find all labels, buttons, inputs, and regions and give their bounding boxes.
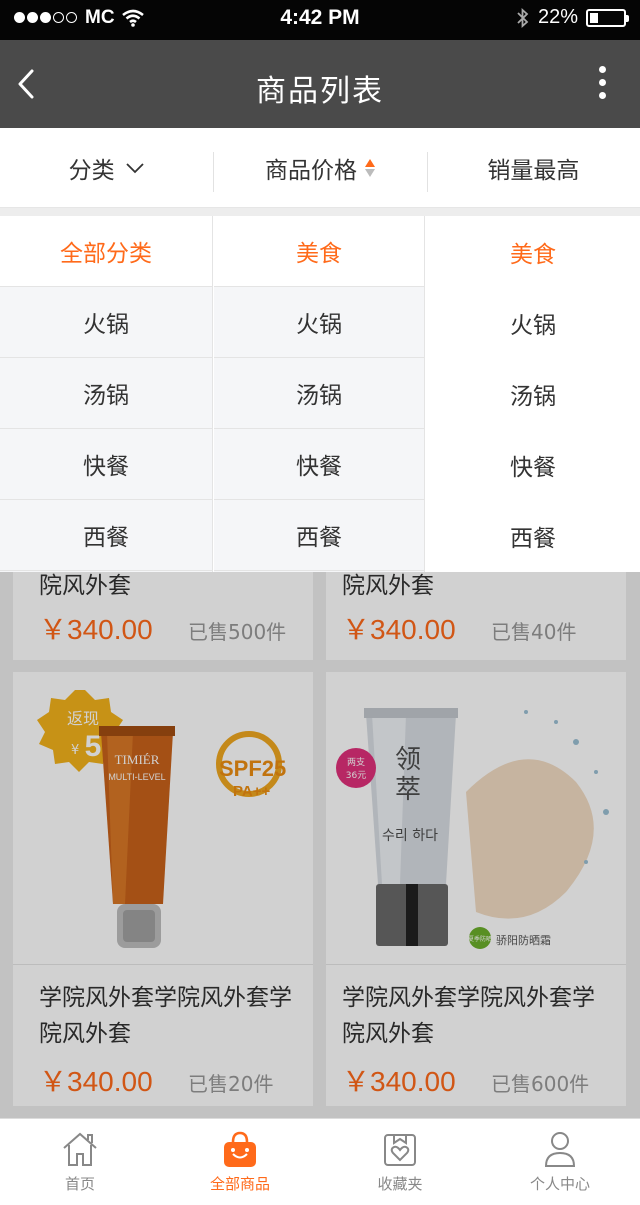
category-column-3: 美食 火锅 汤锅 快餐 西餐 xyxy=(426,216,640,572)
filter-category-label: 分类 xyxy=(68,157,115,184)
svg-text:TIMIÉR: TIMIÉR xyxy=(115,752,160,767)
battery-icon xyxy=(586,8,629,27)
category-option[interactable]: 西餐 xyxy=(426,500,640,571)
navigation-bar: 商品列表 xyxy=(0,40,640,128)
more-vertical-icon xyxy=(594,66,610,99)
tab-profile[interactable]: 个人中心 xyxy=(480,1119,640,1205)
svg-text:骄阳防晒霜: 骄阳防晒霜 xyxy=(496,933,551,947)
category-option[interactable]: 西餐 xyxy=(214,500,424,571)
category-option[interactable]: 火锅 xyxy=(214,287,424,358)
page-title: 商品列表 xyxy=(256,74,384,109)
svg-text:36元: 36元 xyxy=(346,771,366,781)
sort-arrows-icon xyxy=(364,158,375,177)
category-option[interactable]: 汤锅 xyxy=(214,358,424,429)
filter-bar: 分类 商品价格 销量最高 xyxy=(0,128,640,208)
category-option[interactable]: 火锅 xyxy=(0,287,212,358)
filter-price-label: 商品价格 xyxy=(264,157,357,184)
category-option[interactable]: 快餐 xyxy=(0,429,212,500)
product-title: 院风外套 xyxy=(342,573,434,599)
bb-cream-product-image: 领 萃 수리 하다 两支 36元 夏季防晒 骄阳防晒霜 xyxy=(336,708,609,949)
category-option[interactable]: 快餐 xyxy=(426,429,640,500)
status-bar: MC 4:42 PM 22% xyxy=(0,0,640,40)
svg-text:PA++: PA++ xyxy=(233,783,270,800)
tab-label: 首页 xyxy=(64,1175,95,1193)
category-option[interactable]: 美食 xyxy=(214,216,424,287)
filter-category[interactable]: 分类 xyxy=(0,128,213,207)
svg-text:两支: 两支 xyxy=(347,756,365,768)
product-title: 院风外套 xyxy=(39,573,131,599)
product-title: 学院风外套学院风外套学院风外套 xyxy=(39,985,292,1047)
product-price: ￥340.00 xyxy=(39,614,153,645)
product-card[interactable]: 领 萃 수리 하다 两支 36元 夏季防晒 骄阳防晒霜 学院风外套学院风外套学院… xyxy=(326,672,626,1106)
filter-sales-label: 销量最高 xyxy=(487,157,580,184)
svg-text:返现: 返现 xyxy=(67,709,99,728)
sunscreen-product-image: 返现 ¥ 5 TIMIÉR MULTI-LEVEL SPF25 PA++ xyxy=(37,690,286,948)
svg-text:夏季防晒: 夏季防晒 xyxy=(468,935,492,943)
home-icon xyxy=(63,1132,97,1166)
product-price: ￥340.00 xyxy=(342,614,456,645)
product-sold: 已售40件 xyxy=(491,620,577,644)
product-title: 学院风外套学院风外套学院风外套 xyxy=(342,985,595,1047)
product-sold: 已售600件 xyxy=(491,1072,590,1096)
svg-text:领: 领 xyxy=(395,745,421,775)
tab-favorites[interactable]: 收藏夹 xyxy=(320,1119,480,1205)
filter-sales[interactable]: 销量最高 xyxy=(426,128,640,207)
product-card[interactable]: 返现 ¥ 5 TIMIÉR MULTI-LEVEL SPF25 PA++ 学院风… xyxy=(13,672,313,1106)
user-icon xyxy=(544,1132,576,1167)
svg-text:수리 하다: 수리 하다 xyxy=(382,828,438,844)
tab-label: 收藏夹 xyxy=(377,1175,423,1193)
category-option[interactable]: 快餐 xyxy=(214,429,424,500)
svg-text:¥: ¥ xyxy=(71,743,79,758)
filter-price[interactable]: 商品价格 xyxy=(213,128,426,207)
tab-all-products[interactable]: 全部商品 xyxy=(160,1119,320,1205)
category-column-2: 美食 火锅 汤锅 快餐 西餐 xyxy=(214,216,425,572)
svg-text:萃: 萃 xyxy=(395,775,421,805)
tab-label: 个人中心 xyxy=(529,1175,590,1193)
product-sold: 已售20件 xyxy=(188,1072,274,1096)
category-option[interactable]: 西餐 xyxy=(0,500,212,571)
category-option[interactable]: 汤锅 xyxy=(426,358,640,429)
category-column-1: 全部分类 火锅 汤锅 快餐 西餐 xyxy=(0,216,213,572)
battery-percent: 22% xyxy=(537,6,578,28)
category-option[interactable]: 全部分类 xyxy=(0,216,212,287)
category-dropdown: 全部分类 火锅 汤锅 快餐 西餐 美食 火锅 汤锅 快餐 西餐 美食 火锅 汤锅… xyxy=(0,216,640,572)
tab-home[interactable]: 首页 xyxy=(0,1119,160,1205)
category-option[interactable]: 火锅 xyxy=(426,287,640,358)
tab-label: 全部商品 xyxy=(209,1175,270,1193)
svg-text:MULTI-LEVEL: MULTI-LEVEL xyxy=(108,772,165,782)
tab-bar: 首页 全部商品 收藏夹 个人中心 xyxy=(0,1118,640,1205)
chevron-down-icon xyxy=(126,162,144,173)
more-button[interactable] xyxy=(594,66,610,104)
svg-text:SPF25: SPF25 xyxy=(219,756,286,781)
product-sold: 已售500件 xyxy=(188,620,287,644)
shopping-bag-icon xyxy=(224,1131,256,1167)
product-price: ￥340.00 xyxy=(342,1066,456,1097)
dropdown-spacer xyxy=(0,208,640,216)
product-image: 返现 ¥ 5 TIMIÉR MULTI-LEVEL SPF25 PA++ xyxy=(13,672,313,964)
category-option[interactable]: 汤锅 xyxy=(0,358,212,429)
category-option[interactable]: 美食 xyxy=(426,216,640,287)
product-price: ￥340.00 xyxy=(39,1066,153,1097)
bluetooth-icon xyxy=(517,7,529,28)
svg-text:5: 5 xyxy=(85,730,102,763)
favorites-icon xyxy=(384,1134,416,1166)
product-image: 领 萃 수리 하다 两支 36元 夏季防晒 骄阳防晒霜 xyxy=(326,672,626,964)
